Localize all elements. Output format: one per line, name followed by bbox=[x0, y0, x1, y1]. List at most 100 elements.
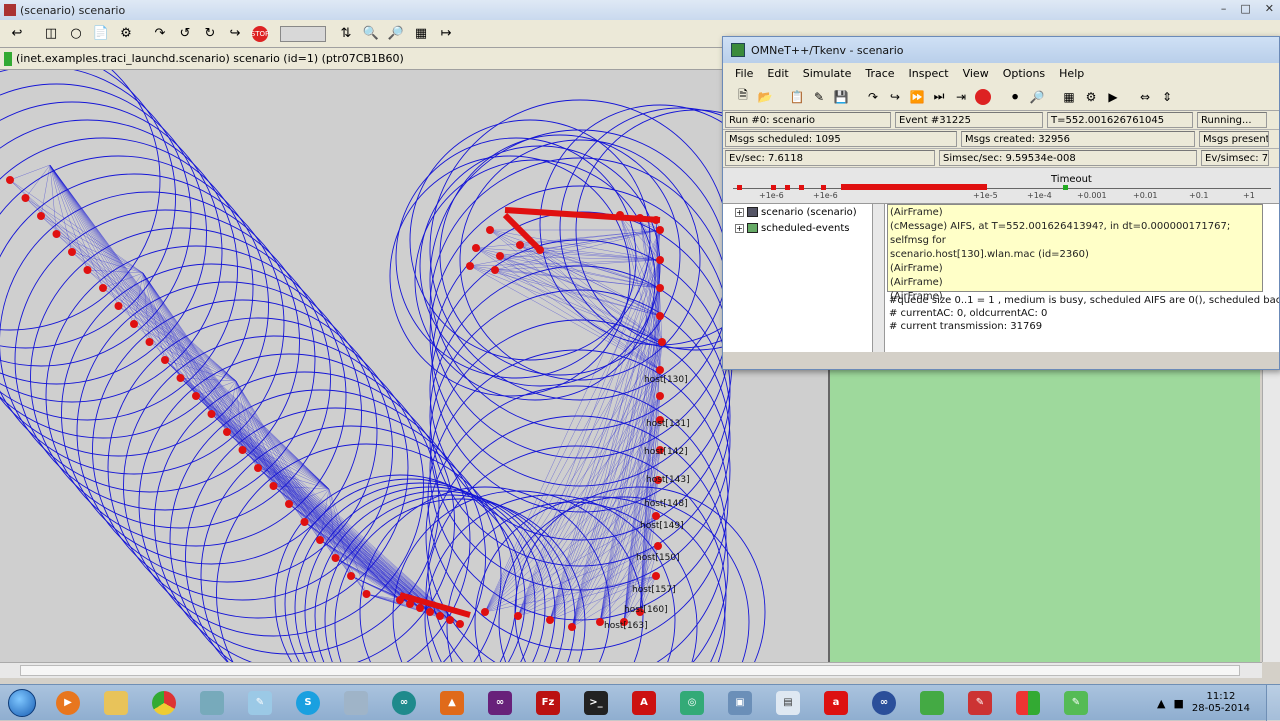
taskbar-chrome[interactable] bbox=[142, 687, 186, 719]
run-until-button[interactable]: ↪ bbox=[224, 23, 246, 45]
start-button[interactable] bbox=[0, 686, 44, 720]
find-objects-button[interactable]: 🔎 bbox=[1027, 87, 1047, 107]
step-button[interactable]: ↷ bbox=[863, 87, 883, 107]
timeline-message[interactable] bbox=[799, 185, 804, 190]
taskbar-notepad[interactable]: ✎ bbox=[238, 687, 282, 719]
timeline-message[interactable] bbox=[821, 185, 826, 190]
message-tooltip: (AirFrame) (cMessage) AIFS, at T=552.001… bbox=[887, 204, 1263, 302]
taskbar-app[interactable] bbox=[190, 687, 234, 719]
host-node bbox=[68, 248, 76, 256]
host-node bbox=[114, 302, 123, 310]
menu-options[interactable]: Options bbox=[1003, 67, 1045, 80]
find-button[interactable]: 📄 bbox=[90, 23, 112, 45]
step-button[interactable]: ↷ bbox=[149, 23, 171, 45]
fast-run-button[interactable]: ↻ bbox=[199, 23, 221, 45]
arrows-button[interactable]: ↦ bbox=[435, 23, 457, 45]
finish-button[interactable]: ⚫ bbox=[1005, 87, 1025, 107]
timeline-message[interactable] bbox=[1063, 185, 1068, 190]
tree-item-scheduled-events[interactable]: + scheduled-events bbox=[731, 220, 872, 236]
animation-speed-slider[interactable] bbox=[280, 25, 326, 42]
copy-button[interactable]: 📋 bbox=[787, 87, 807, 107]
taskbar-skype[interactable]: S bbox=[286, 687, 330, 719]
object-button[interactable]: ⚙ bbox=[115, 23, 137, 45]
expand-icon[interactable]: + bbox=[735, 223, 744, 233]
taskbar-omnet-ide[interactable]: ∞ bbox=[862, 687, 906, 719]
scrollbar-thumb[interactable] bbox=[20, 665, 1240, 676]
menu-trace[interactable]: Trace bbox=[865, 67, 894, 80]
taskbar-media-player[interactable]: ▶ bbox=[46, 687, 90, 719]
tree-item-scenario[interactable]: + scenario (scenario) bbox=[731, 204, 872, 220]
express-run-button[interactable]: ⏭ bbox=[929, 87, 949, 107]
run-until-button[interactable]: ⇥ bbox=[951, 87, 971, 107]
taskbar-arduino[interactable]: ∞ bbox=[382, 687, 426, 719]
maximize-button[interactable]: □ bbox=[1240, 2, 1250, 15]
close-button[interactable]: ✕ bbox=[1265, 2, 1274, 15]
save-button[interactable]: 💾 bbox=[831, 87, 851, 107]
timeline-message[interactable] bbox=[771, 185, 776, 190]
run-button[interactable]: ↺ bbox=[174, 23, 196, 45]
host-node bbox=[99, 284, 107, 292]
fast-run-button[interactable]: ⏩ bbox=[907, 87, 927, 107]
host-node bbox=[52, 230, 61, 238]
timeline-button[interactable]: ▶ bbox=[1103, 87, 1123, 107]
timeline-message[interactable] bbox=[785, 185, 790, 190]
taskbar-terminal[interactable]: >_ bbox=[574, 687, 618, 719]
host-node bbox=[145, 338, 154, 346]
load-network-button[interactable]: 📂 bbox=[755, 87, 775, 107]
menu-simulate[interactable]: Simulate bbox=[803, 67, 852, 80]
edit-button[interactable]: ✎ bbox=[809, 87, 829, 107]
tkenv-titlebar[interactable]: OMNeT++/Tkenv - scenario bbox=[723, 37, 1279, 63]
taskbar-pdf-reader[interactable]: A bbox=[622, 687, 666, 719]
show-desktop-button[interactable] bbox=[1266, 685, 1280, 721]
info-button[interactable]: ○ bbox=[65, 23, 87, 45]
zoom-out-button[interactable]: 🔎 bbox=[385, 23, 407, 45]
horizontal-scrollbar[interactable] bbox=[0, 662, 1262, 678]
run-button[interactable]: ↪ bbox=[885, 87, 905, 107]
wireless-link bbox=[484, 259, 661, 613]
taskbar-visual-studio[interactable]: ∞ bbox=[478, 687, 522, 719]
tray-expand-icon[interactable]: ▲ bbox=[1157, 697, 1165, 710]
taskbar-network[interactable]: ◎ bbox=[670, 687, 714, 719]
scenario-titlebar[interactable]: (scenario) scenario – □ ✕ bbox=[0, 0, 1280, 20]
menu-file[interactable]: File bbox=[735, 67, 753, 80]
network-tray-icon[interactable]: ■ bbox=[1173, 697, 1183, 710]
split-view-button[interactable]: ⇕ bbox=[1157, 87, 1177, 107]
taskbar-filezilla[interactable]: Fz bbox=[526, 687, 570, 719]
menu-edit[interactable]: Edit bbox=[767, 67, 788, 80]
clock[interactable]: 11:12 28-05-2014 bbox=[1192, 691, 1250, 715]
module-names-button[interactable]: ▦ bbox=[410, 23, 432, 45]
taskbar-avira[interactable]: a bbox=[814, 687, 858, 719]
wireless-link bbox=[49, 164, 150, 343]
network-canvas[interactable]: host[130] host[131] host[142] host[143] host… bbox=[0, 70, 828, 662]
module-tree-button[interactable]: ⚙ bbox=[1081, 87, 1101, 107]
taskbar-explorer[interactable] bbox=[94, 687, 138, 719]
stop-button[interactable] bbox=[973, 87, 993, 107]
layout-button[interactable]: ⇔ bbox=[1135, 87, 1155, 107]
module-icon bbox=[747, 207, 758, 217]
timeline-message[interactable] bbox=[737, 185, 742, 190]
taskbar-tiles[interactable] bbox=[1006, 687, 1050, 719]
taskbar-remote-desktop[interactable]: ▣ bbox=[718, 687, 762, 719]
tree-scrollbar[interactable] bbox=[873, 204, 885, 352]
taskbar-document[interactable]: ▤ bbox=[766, 687, 810, 719]
timeline-message-cluster[interactable] bbox=[841, 184, 987, 190]
wireless-link bbox=[25, 164, 51, 199]
zoom-in-button[interactable]: 🔍 bbox=[360, 23, 382, 45]
menu-view[interactable]: View bbox=[963, 67, 989, 80]
taskbar-app-window[interactable] bbox=[910, 687, 954, 719]
taskbar-notes[interactable]: ✎ bbox=[1054, 687, 1098, 719]
taskbar-matlab[interactable]: ▲ bbox=[430, 687, 474, 719]
menu-help[interactable]: Help bbox=[1059, 67, 1084, 80]
inspect-button[interactable]: ◫ bbox=[40, 23, 62, 45]
parent-module-button[interactable]: ↩ bbox=[6, 23, 28, 45]
relayout-button[interactable]: ⇅ bbox=[335, 23, 357, 45]
event-timeline[interactable]: Timeout +1e-6 +1e-6 +1e-5 +1e-4 +0.001 +… bbox=[723, 168, 1279, 204]
stop-button[interactable]: STOP bbox=[249, 23, 271, 45]
taskbar-editor[interactable]: ✎ bbox=[958, 687, 1002, 719]
expand-icon[interactable]: + bbox=[735, 207, 744, 217]
network-inspector-button[interactable]: ▦ bbox=[1059, 87, 1079, 107]
menu-inspect[interactable]: Inspect bbox=[909, 67, 949, 80]
taskbar-window[interactable] bbox=[334, 687, 378, 719]
minimize-button[interactable]: – bbox=[1221, 2, 1227, 15]
new-run-button[interactable]: 🗎 bbox=[733, 87, 753, 107]
